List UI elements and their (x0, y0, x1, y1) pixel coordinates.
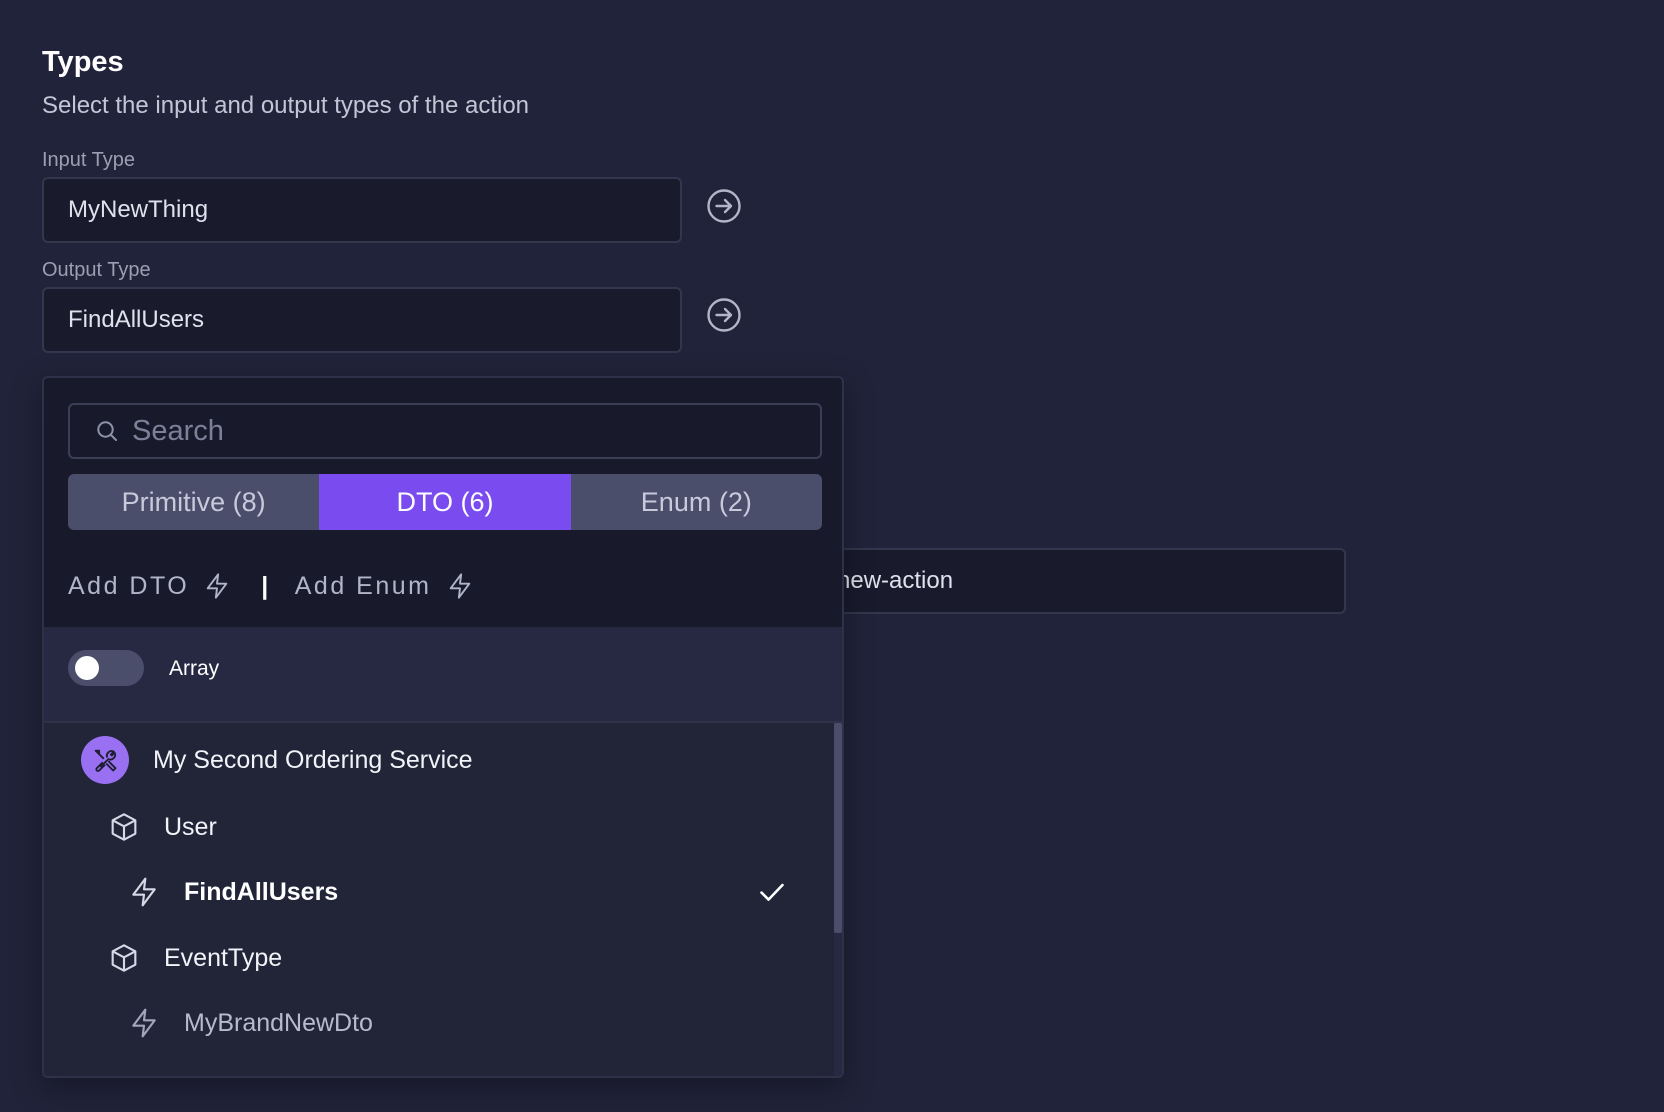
tree-item-label: EventType (164, 943, 283, 972)
cube-icon (111, 944, 137, 972)
tab-enum[interactable]: Enum (2) (570, 474, 822, 530)
input-type-label: Input Type (42, 149, 136, 171)
input-type-navigate-button[interactable] (705, 187, 743, 225)
search-input[interactable] (132, 414, 792, 448)
tab-primitive[interactable]: Primitive (8) (68, 474, 320, 530)
array-toggle-knob (75, 656, 99, 680)
array-option-row: Array (44, 627, 842, 723)
tree-item-label: User (164, 812, 217, 841)
tab-dto[interactable]: DTO (6) (319, 474, 571, 530)
array-toggle[interactable] (68, 650, 144, 686)
output-type-label: Output Type (42, 259, 151, 281)
input-type-value: MyNewThing (68, 196, 209, 223)
tree-scrollbar-thumb[interactable] (834, 723, 842, 933)
checkmark-icon (760, 883, 784, 901)
tree-item-mybrandnewdto[interactable]: MyBrandNewDto (44, 991, 824, 1055)
cube-icon (111, 813, 137, 841)
type-picker-header: Primitive (8) DTO (6) Enum (2) Add DTO |… (44, 378, 842, 627)
tree-scrollbar[interactable] (834, 723, 842, 1076)
service-avatar (81, 736, 129, 784)
tree-item-eventtype[interactable]: EventType (44, 926, 824, 990)
type-picker-dropdown: Primitive (8) DTO (6) Enum (2) Add DTO |… (42, 376, 844, 1078)
lightning-icon (132, 877, 156, 907)
section-description: Select the input and output types of the… (42, 92, 530, 119)
lightning-icon (132, 1008, 156, 1038)
add-enum-button[interactable]: Add Enum (295, 572, 474, 601)
search-box[interactable] (68, 403, 822, 459)
tree-item-service[interactable]: My Second Ordering Service (44, 728, 824, 792)
type-tree: My Second Ordering Service User FindAllU… (44, 723, 842, 1076)
output-type-navigate-button[interactable] (705, 296, 743, 334)
search-icon (97, 421, 117, 441)
action-name-value: new-action (837, 567, 954, 594)
action-name-field[interactable]: new-action (800, 548, 1346, 614)
type-category-tabs: Primitive (8) DTO (6) Enum (2) (68, 474, 822, 530)
array-label: Array (169, 657, 220, 680)
tree-item-label: My Second Ordering Service (153, 745, 473, 774)
lightning-icon (206, 573, 228, 599)
section-title: Types (42, 46, 124, 78)
input-type-field[interactable]: MyNewThing (42, 177, 682, 243)
tree-item-user[interactable]: User (44, 795, 824, 859)
add-dto-label: Add DTO (68, 571, 190, 600)
output-type-field[interactable]: FindAllUsers (42, 287, 682, 353)
tree-item-findallusers[interactable]: FindAllUsers (44, 860, 824, 924)
add-enum-label: Add Enum (294, 571, 432, 600)
add-dto-button[interactable]: Add DTO (68, 572, 231, 601)
arrow-circle-right-icon (707, 298, 741, 332)
output-type-value: FindAllUsers (68, 306, 205, 333)
add-links-separator: | (261, 571, 271, 600)
add-type-links: Add DTO | Add Enum (68, 566, 474, 606)
arrow-circle-right-icon (707, 189, 741, 223)
tools-icon (94, 749, 117, 772)
tree-item-label: MyBrandNewDto (184, 1008, 373, 1037)
tree-item-label: FindAllUsers (184, 877, 339, 906)
lightning-icon (449, 573, 470, 599)
